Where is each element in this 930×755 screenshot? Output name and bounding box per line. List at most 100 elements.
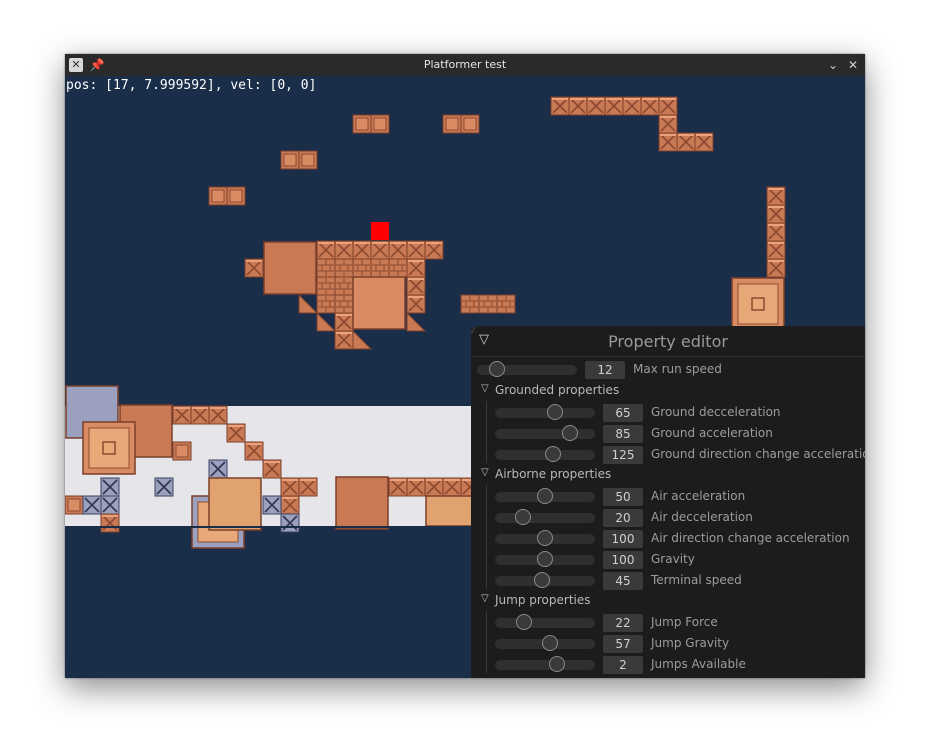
air-decceleration-value[interactable]: 20 (603, 509, 643, 527)
collapse-triangle-icon[interactable]: ▽ (481, 383, 489, 394)
large-block (82, 421, 136, 475)
m-tile (316, 276, 336, 296)
air-decceleration-slider[interactable] (495, 509, 595, 525)
s-tile (100, 495, 120, 515)
m-tile (388, 258, 408, 278)
ground-direction-change-acceleration-value[interactable]: 125 (603, 446, 643, 464)
jumps-available-slider[interactable] (495, 656, 595, 672)
minimize-icon[interactable]: ⌄ (825, 57, 841, 73)
m-tile (316, 258, 336, 278)
x-tile (568, 96, 588, 116)
ground-acceleration-slider[interactable] (495, 425, 595, 441)
x-tile (280, 495, 300, 515)
property-editor-panel[interactable]: ⁄⁄ ▽ Property editor 12 Max run speed ▽ Gro… (471, 326, 865, 678)
jump-force-slider[interactable] (495, 614, 595, 630)
gravity-value[interactable]: 100 (603, 551, 643, 569)
air-acceleration-label: Air acceleration (651, 489, 746, 503)
jump-force-value[interactable]: 22 (603, 614, 643, 632)
hud-debug-text: pos: [17, 7.999592], vel: [0, 0] (66, 78, 317, 93)
ground-acceleration-value[interactable]: 85 (603, 425, 643, 443)
slider-knob[interactable] (537, 530, 553, 546)
ground-decceleration-label: Ground decceleration (651, 405, 781, 419)
group-name: Grounded properties (495, 383, 620, 397)
collapse-triangle-icon[interactable]: ▽ (481, 593, 489, 604)
collapse-triangle-icon[interactable]: ▽ (481, 467, 489, 478)
game-viewport[interactable]: pos: [17, 7.999592], vel: [0, 0] ⁄⁄ ▽ Pr… (65, 76, 865, 678)
m-tile (370, 258, 390, 278)
x-tile (334, 330, 354, 350)
close-icon[interactable]: ✕ (845, 57, 861, 73)
m-tile (496, 294, 516, 314)
jumps-available-value[interactable]: 2 (603, 656, 643, 674)
b-tile (208, 186, 228, 206)
tr-tile (352, 329, 373, 350)
editor-header[interactable]: ▽ Property editor (471, 326, 865, 357)
slider-knob[interactable] (516, 614, 532, 630)
x-tile (244, 258, 264, 278)
b-tile (298, 150, 318, 170)
slider-knob[interactable] (537, 551, 553, 567)
slider-knob[interactable] (542, 635, 559, 651)
air-acceleration-value[interactable]: 50 (603, 488, 643, 506)
x-tile (442, 477, 462, 497)
jump-gravity-label: Jump Gravity (651, 636, 730, 650)
x-tile (352, 240, 372, 260)
slider-knob[interactable] (547, 404, 564, 420)
b-tile (226, 186, 246, 206)
max-run-speed-slider[interactable] (477, 361, 577, 377)
m-tile (334, 258, 354, 278)
ground-decceleration-slider[interactable] (495, 404, 595, 420)
large-block (208, 477, 262, 531)
grounded-properties-group-header[interactable]: ▽ Grounded properties (471, 383, 865, 399)
jumps-available-row: 2 Jumps Available (471, 656, 865, 674)
jump-properties-group-header[interactable]: ▽ Jump properties (471, 593, 865, 609)
jump-force-row: 22 Jump Force (471, 614, 865, 632)
airborne-properties-group-header[interactable]: ▽ Airborne properties (471, 467, 865, 483)
air-direction-change-acceleration-value[interactable]: 100 (603, 530, 643, 548)
terminal-speed-value[interactable]: 45 (603, 572, 643, 590)
slider-knob[interactable] (515, 509, 532, 525)
slider-knob[interactable] (537, 488, 553, 504)
x-tile (208, 405, 228, 425)
slider-knob[interactable] (548, 656, 565, 672)
editor-title: Property editor (608, 332, 728, 351)
x-tile (406, 477, 426, 497)
x-tile (424, 477, 444, 497)
b-tile (280, 150, 300, 170)
tr-tile (298, 293, 319, 314)
jump-gravity-slider[interactable] (495, 635, 595, 651)
gravity-slider[interactable] (495, 551, 595, 567)
player-character (371, 222, 389, 240)
x-tile (406, 276, 426, 296)
tr-tile (406, 311, 427, 332)
x-tile (550, 96, 570, 116)
b-tile (65, 495, 84, 515)
terminal-speed-slider[interactable] (495, 572, 595, 588)
x-tile (280, 477, 300, 497)
air-acceleration-slider[interactable] (495, 488, 595, 504)
air-direction-change-acceleration-slider[interactable] (495, 530, 595, 546)
title-bar[interactable]: ✕ 📌 Platformer test ⌄ ✕ (65, 54, 865, 76)
ground-direction-change-acceleration-label: Ground direction change acceleration (651, 447, 865, 461)
x-tile (406, 258, 426, 278)
max-run-speed-value[interactable]: 12 (585, 361, 625, 379)
ground-direction-change-acceleration-slider[interactable] (495, 446, 595, 462)
slider-knob[interactable] (488, 361, 505, 377)
max-run-speed-row: 12 Max run speed (471, 361, 865, 379)
x-tile (262, 459, 282, 479)
s-tile (154, 477, 174, 497)
s-tile (82, 495, 102, 515)
x-tile (244, 441, 264, 461)
terminal-speed-row: 45 Terminal speed (471, 572, 865, 590)
jump-gravity-value[interactable]: 57 (603, 635, 643, 653)
group-name: Airborne properties (495, 467, 612, 481)
x-tile (766, 186, 786, 206)
slider-knob[interactable] (533, 572, 550, 588)
group-indent-line (486, 485, 487, 589)
s-tile (208, 459, 228, 479)
ground-decceleration-row: 65 Ground decceleration (471, 404, 865, 422)
slider-knob[interactable] (562, 425, 579, 441)
slider-knob[interactable] (545, 446, 562, 462)
x-tile (658, 114, 678, 134)
ground-decceleration-value[interactable]: 65 (603, 404, 643, 422)
